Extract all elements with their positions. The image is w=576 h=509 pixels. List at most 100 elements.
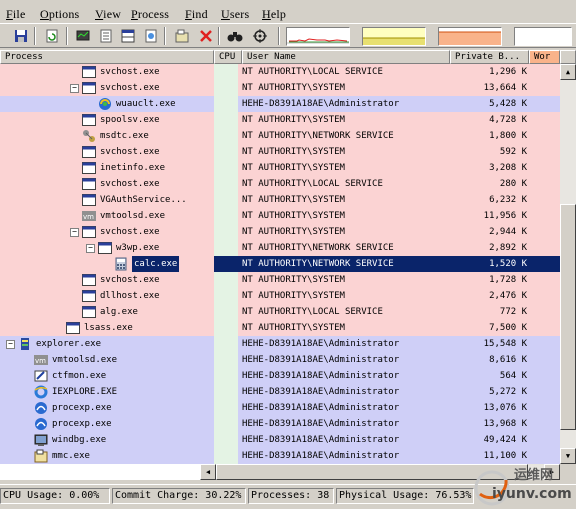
process-cell[interactable]: svchost.exe — [0, 144, 214, 160]
user-name-cell: NT AUTHORITY\NETWORK SERVICE — [242, 131, 394, 141]
process-cell[interactable]: ctfmon.exe — [0, 368, 214, 384]
process-row[interactable]: windbg.exe HEHE-D8391A18AE\Administrator 4… — [0, 432, 560, 448]
process-cell[interactable]: svchost.exe — [0, 176, 214, 192]
process-cell[interactable]: mmc.exe — [0, 448, 214, 464]
process-cell[interactable]: VGAuthService... — [0, 192, 214, 208]
working-set-cell — [529, 240, 560, 256]
process-row[interactable]: lsass.exe NT AUTHORITY\SYSTEM 7,500 K — [0, 320, 560, 336]
process-row[interactable]: − explorer.exe HEHE-D8391A18AE\Administrat… — [0, 336, 560, 352]
process-cell[interactable]: alg.exe — [0, 304, 214, 320]
cpu-cell — [214, 368, 238, 384]
process-cell[interactable]: dllhost.exe — [0, 288, 214, 304]
menu-users[interactable]: Users — [221, 7, 249, 22]
service-window-icon — [82, 161, 96, 175]
cpu-cell — [214, 416, 238, 432]
service-window-icon — [82, 81, 96, 95]
menu-process[interactable]: Process — [131, 7, 169, 22]
process-row[interactable]: ctfmon.exe HEHE-D8391A18AE\Administrator 5… — [0, 368, 560, 384]
column-user-name[interactable]: User Name — [242, 50, 450, 64]
commit-graph[interactable] — [362, 27, 426, 46]
scroll-left-button[interactable]: ◀ — [200, 464, 216, 480]
process-name: svchost.exe — [100, 179, 160, 189]
process-row[interactable]: msdtc.exe NT AUTHORITY\NETWORK SERVICE 1,8… — [0, 128, 560, 144]
io-graph[interactable] — [514, 27, 572, 46]
working-set-cell — [529, 112, 560, 128]
properties-icon[interactable] — [97, 27, 115, 45]
column-cpu[interactable]: CPU — [214, 50, 242, 64]
process-cell[interactable]: vm vmtoolsd.exe — [0, 352, 214, 368]
lower-pane-icon[interactable] — [119, 27, 137, 45]
column-working-set[interactable]: Wor — [529, 50, 560, 64]
refresh-icon[interactable] — [43, 27, 61, 45]
process-cell[interactable]: spoolsv.exe — [0, 112, 214, 128]
process-cell[interactable]: lsass.exe — [0, 320, 214, 336]
menu-view[interactable]: View — [95, 7, 121, 22]
process-row[interactable]: procexp.exe HEHE-D8391A18AE\Administrator… — [0, 400, 560, 416]
process-cell[interactable]: svchost.exe — [0, 272, 214, 288]
process-cell[interactable]: − svchost.exe — [0, 80, 214, 96]
process-row[interactable]: VGAuthService... NT AUTHORITY\SYSTEM 6,232… — [0, 192, 560, 208]
process-row[interactable]: IEXPLORE.EXE HEHE-D8391A18AE\Administrato… — [0, 384, 560, 400]
process-row[interactable]: svchost.exe NT AUTHORITY\LOCAL SERVICE 1,2… — [0, 64, 560, 80]
process-cell[interactable]: procexp.exe — [0, 400, 214, 416]
process-row[interactable]: vm vmtoolsd.exe NT AUTHORITY\SYSTEM 11,956 … — [0, 208, 560, 224]
physical-memory-graph[interactable] — [438, 27, 502, 46]
vmware-icon: vm — [34, 353, 48, 367]
process-row[interactable]: − svchost.exe NT AUTHORITY\SYSTEM 13,664 K — [0, 80, 560, 96]
private-bytes-cell: 772 K — [499, 307, 527, 317]
process-cell[interactable]: IEXPLORE.EXE — [0, 384, 214, 400]
process-row[interactable]: inetinfo.exe NT AUTHORITY\SYSTEM 3,208 K — [0, 160, 560, 176]
find-dll-icon[interactable] — [142, 27, 160, 45]
menu-help[interactable]: Help — [262, 7, 286, 22]
process-cell[interactable]: − svchost.exe — [0, 224, 214, 240]
scroll-up-button[interactable]: ▲ — [560, 64, 576, 80]
process-cell[interactable]: procexp.exe — [0, 416, 214, 432]
user-name-cell: NT AUTHORITY\LOCAL SERVICE — [242, 307, 383, 317]
options-icon[interactable] — [173, 27, 191, 45]
menu-find[interactable]: Find — [185, 7, 208, 22]
process-row[interactable]: − svchost.exe NT AUTHORITY\SYSTEM 2,944 K — [0, 224, 560, 240]
cpu-cell — [214, 256, 238, 272]
process-row[interactable]: svchost.exe NT AUTHORITY\SYSTEM 1,728 K — [0, 272, 560, 288]
process-row[interactable]: vm vmtoolsd.exe HEHE-D8391A18AE\Administra… — [0, 352, 560, 368]
find-binoculars-icon[interactable] — [226, 27, 244, 45]
system-info-icon[interactable] — [74, 27, 92, 45]
tree-collapse-toggle[interactable]: − — [70, 84, 79, 93]
process-cell[interactable]: wuauclt.exe — [0, 96, 214, 112]
cpu-cell — [214, 64, 238, 80]
process-row[interactable]: calc.exe NT AUTHORITY\NETWORK SERVICE 1,52… — [0, 256, 560, 272]
process-row[interactable]: − w3wp.exe NT AUTHORITY\NETWORK SERVICE 2,8… — [0, 240, 560, 256]
kill-process-icon[interactable] — [197, 27, 215, 45]
working-set-cell — [529, 224, 560, 240]
process-cell[interactable]: msdtc.exe — [0, 128, 214, 144]
process-row[interactable]: procexp.exe HEHE-D8391A18AE\Administrator… — [0, 416, 560, 432]
process-row[interactable]: svchost.exe NT AUTHORITY\SYSTEM 592 K — [0, 144, 560, 160]
column-private-bytes[interactable]: Private B... — [450, 50, 529, 64]
process-cell[interactable]: − explorer.exe — [0, 336, 214, 352]
menu-options[interactable]: Options — [40, 7, 79, 22]
cpu-graph[interactable] — [286, 27, 350, 46]
column-process[interactable]: Process — [0, 50, 214, 64]
working-set-cell — [529, 144, 560, 160]
save-icon[interactable] — [12, 27, 30, 45]
process-cell[interactable]: svchost.exe — [0, 64, 214, 80]
menu-file[interactable]: File — [6, 7, 25, 22]
process-row[interactable]: spoolsv.exe NT AUTHORITY\SYSTEM 4,728 K — [0, 112, 560, 128]
tree-collapse-toggle[interactable]: − — [70, 228, 79, 237]
vertical-scrollbar[interactable]: ▲ ▼ — [560, 64, 576, 464]
process-cell[interactable]: vm vmtoolsd.exe — [0, 208, 214, 224]
process-cell[interactable]: windbg.exe — [0, 432, 214, 448]
process-cell[interactable]: inetinfo.exe — [0, 160, 214, 176]
process-explorer-icon — [34, 417, 48, 431]
process-row[interactable]: wuauclt.exe HEHE-D8391A18AE\Administrator… — [0, 96, 560, 112]
process-row[interactable]: dllhost.exe NT AUTHORITY\SYSTEM 2,476 K — [0, 288, 560, 304]
process-cell[interactable]: calc.exe — [0, 256, 214, 272]
tree-collapse-toggle[interactable]: − — [86, 244, 95, 253]
tree-collapse-toggle[interactable]: − — [6, 340, 15, 349]
process-row[interactable]: alg.exe NT AUTHORITY\LOCAL SERVICE 772 K — [0, 304, 560, 320]
process-list[interactable]: svchost.exe NT AUTHORITY\LOCAL SERVICE 1,2… — [0, 64, 560, 464]
process-cell[interactable]: − w3wp.exe — [0, 240, 214, 256]
process-row[interactable]: svchost.exe NT AUTHORITY\LOCAL SERVICE 280… — [0, 176, 560, 192]
vertical-scroll-thumb[interactable] — [560, 204, 576, 430]
target-crosshair-icon[interactable] — [251, 27, 269, 45]
